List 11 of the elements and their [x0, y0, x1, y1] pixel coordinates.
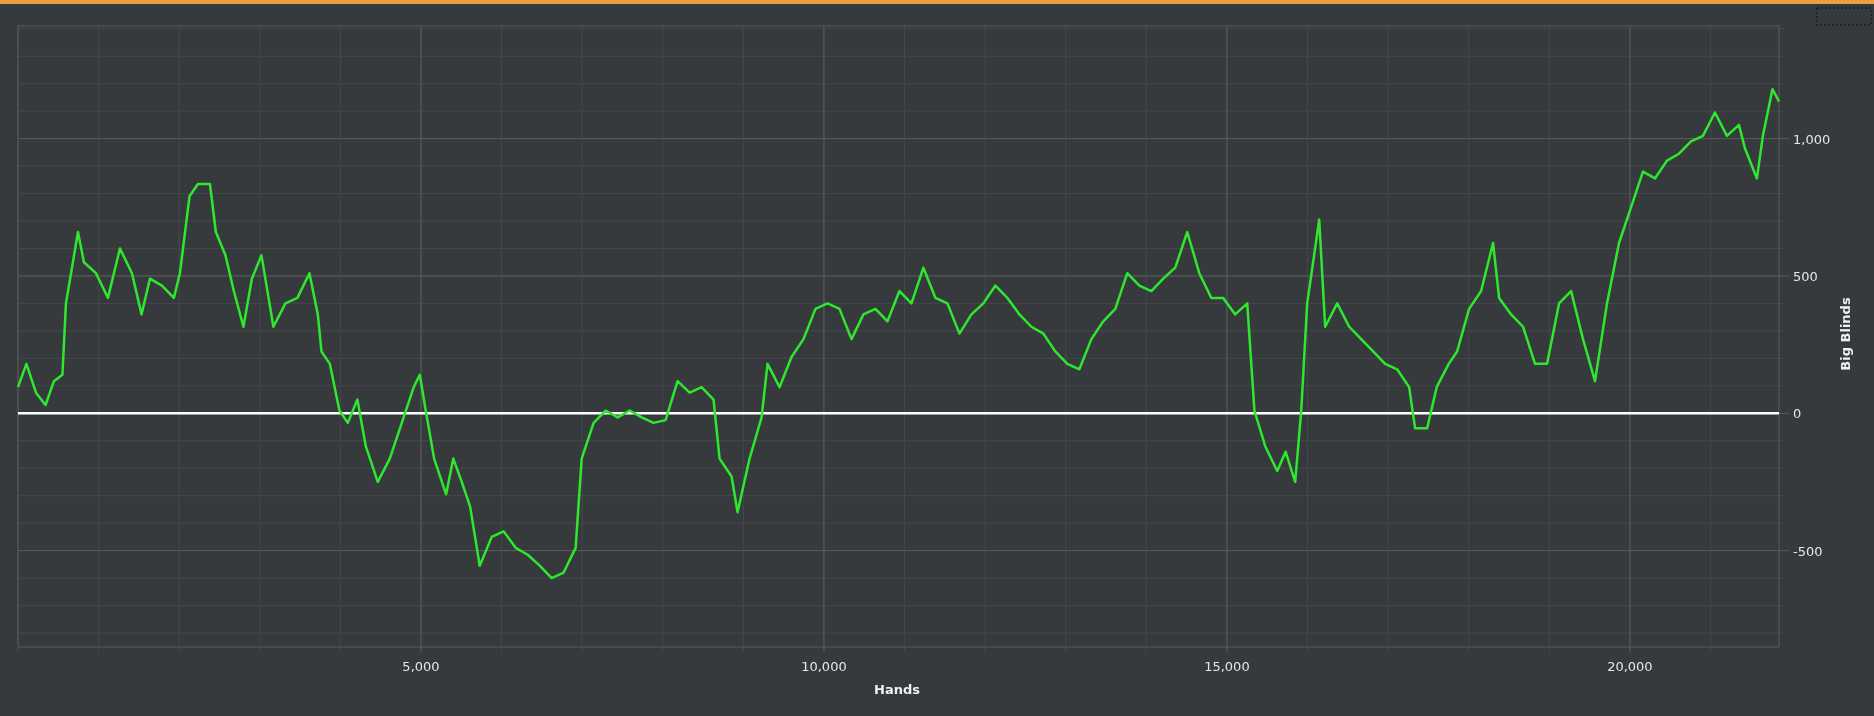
- y-tick-label: 0: [1793, 406, 1802, 422]
- x-tick-label: 20,000: [1607, 659, 1653, 674]
- x-tick-label: 15,000: [1204, 659, 1250, 674]
- y-tick-label: -500: [1793, 543, 1823, 559]
- y-tick-label: 1,000: [1793, 131, 1831, 147]
- x-tick-label: 10,000: [801, 659, 847, 674]
- y-axis-title: Big Blinds: [1838, 297, 1853, 371]
- y-tick-label: 500: [1793, 268, 1818, 284]
- x-axis-title: Hands: [874, 682, 920, 697]
- dotted-frame: [1816, 7, 1872, 26]
- x-tick-label: 5,000: [402, 659, 440, 674]
